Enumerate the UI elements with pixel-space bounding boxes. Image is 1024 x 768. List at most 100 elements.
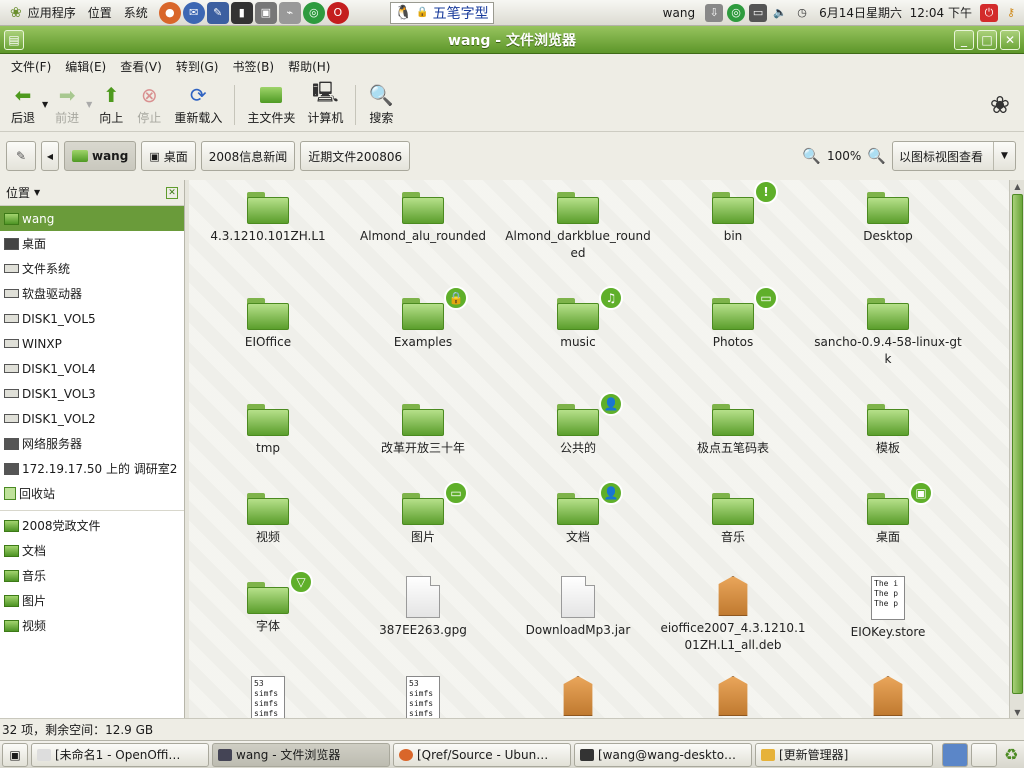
- scrollbar-thumb[interactable]: [1012, 194, 1023, 694]
- folder-item[interactable]: tmp: [193, 398, 343, 457]
- crumb-recent[interactable]: 近期文件200806: [300, 141, 411, 171]
- folder-item[interactable]: ♫ music: [503, 286, 653, 351]
- sidebar-item-filesystem[interactable]: 文件系统: [0, 256, 184, 281]
- close-sidebar-button[interactable]: ✕: [166, 186, 178, 199]
- menu-bookmarks[interactable]: 书签(B): [225, 58, 281, 75]
- reload-button[interactable]: ⟳ 重新载入: [168, 79, 228, 131]
- volume-icon[interactable]: 🔈: [771, 4, 789, 22]
- up-button[interactable]: ⬆ 向上: [92, 79, 130, 131]
- clock[interactable]: 6月14日星期六 12:04 下午: [815, 4, 976, 21]
- sidebar-bookmark[interactable]: 2008党政文件: [0, 513, 184, 538]
- file-item[interactable]: 387EE263.gpg: [348, 576, 498, 639]
- crumb-news[interactable]: 2008信息新闻: [200, 141, 296, 171]
- window-titlebar[interactable]: ▤ wang - 文件浏览器 _ □ ✕: [0, 26, 1024, 54]
- icon-view[interactable]: 4.3.1210.101ZH.L1 Almond_alu_rounded Almon…: [189, 180, 1009, 718]
- computer-button[interactable]: 🖳 计算机: [301, 79, 349, 131]
- sidebar-item-network[interactable]: 网络服务器: [0, 431, 184, 456]
- folder-item[interactable]: ! bin: [658, 180, 808, 245]
- view-mode-select[interactable]: 以图标视图查看 ▼: [892, 141, 1016, 171]
- folder-item[interactable]: Almond_alu_rounded: [348, 186, 498, 245]
- terminal-icon[interactable]: ▮: [230, 1, 253, 24]
- folder-item[interactable]: 👤 公共的: [503, 392, 653, 457]
- sidebar-item-disk1-vol2[interactable]: DISK1_VOL2: [0, 406, 184, 431]
- thunderbird-icon[interactable]: ✉: [182, 1, 205, 24]
- file-item[interactable]: [813, 676, 963, 716]
- show-desktop-button[interactable]: ▣: [2, 742, 28, 767]
- folder-item[interactable]: 极点五笔码表: [658, 398, 808, 457]
- crumb-desktop[interactable]: ▣ 桌面: [141, 141, 196, 171]
- menu-edit[interactable]: 编辑(E): [58, 58, 113, 75]
- folder-item[interactable]: ▣ 桌面: [813, 481, 963, 546]
- shutdown-icon[interactable]: ⏻: [980, 3, 998, 22]
- network-tool-icon[interactable]: ⌁: [278, 1, 301, 24]
- sidebar-bookmark[interactable]: 文档: [0, 538, 184, 563]
- file-item[interactable]: DownloadMp3.jar: [503, 576, 653, 639]
- folder-item[interactable]: sancho-0.9.4-58-linux-gtk: [813, 292, 963, 368]
- sidebar-item-winxp[interactable]: WINXP: [0, 331, 184, 356]
- sidebar-bookmark[interactable]: 音乐: [0, 563, 184, 588]
- folder-item[interactable]: 视频: [193, 487, 343, 546]
- taskbar-item-update-manager[interactable]: [更新管理器]: [755, 742, 933, 767]
- ime-indicator[interactable]: 🐧 🔒 五笔字型: [389, 1, 494, 24]
- screenshot-icon[interactable]: ▣: [254, 1, 277, 24]
- sidebar-item-trash[interactable]: 回收站: [0, 481, 184, 506]
- toggle-location-entry-button[interactable]: ✎: [6, 141, 36, 171]
- keys-icon[interactable]: ⚷: [1002, 4, 1020, 22]
- vertical-scrollbar[interactable]: ▲ ▼: [1009, 180, 1024, 718]
- applications-menu[interactable]: 应用程序: [22, 4, 82, 21]
- workspace-2[interactable]: [971, 742, 997, 767]
- zoom-level[interactable]: 100%: [827, 149, 861, 163]
- sidebar-item-remote-share[interactable]: 172.19.17.50 上的 调研室2: [0, 456, 184, 481]
- back-button[interactable]: ⬅ 后退: [4, 79, 42, 131]
- opera-icon[interactable]: O: [326, 1, 349, 24]
- menu-help[interactable]: 帮助(H): [281, 58, 337, 75]
- taskbar-item-file-browser[interactable]: wang - 文件浏览器: [212, 742, 390, 767]
- sidebar-bookmark[interactable]: 视频: [0, 613, 184, 638]
- home-button[interactable]: 主文件夹: [241, 79, 301, 131]
- sidebar-item-desktop[interactable]: 桌面: [0, 231, 184, 256]
- menu-go[interactable]: 转到(G): [169, 58, 226, 75]
- folder-item[interactable]: EIOffice: [193, 292, 343, 351]
- forward-button[interactable]: ➡ 前进: [48, 79, 86, 131]
- user-name[interactable]: wang: [657, 6, 701, 20]
- download-icon[interactable]: ⇩: [705, 3, 724, 22]
- file-item[interactable]: eioffice2007_4.3.1210.101ZH.L1_all.deb: [658, 576, 808, 654]
- file-item[interactable]: The i The p The p EIOKey.store: [813, 576, 963, 641]
- trash-icon[interactable]: ♻: [1004, 745, 1018, 764]
- scroll-up-icon[interactable]: ▲: [1010, 180, 1024, 192]
- text-editor-icon[interactable]: ✎: [206, 1, 229, 24]
- folder-item[interactable]: ▽ 字体: [193, 570, 343, 635]
- zoom-in-icon[interactable]: 🔍: [867, 147, 886, 165]
- sidebar-bookmark[interactable]: 图片: [0, 588, 184, 613]
- places-menu[interactable]: 位置: [82, 4, 118, 21]
- crumb-wang[interactable]: wang: [64, 141, 137, 171]
- workspace-1[interactable]: [942, 742, 968, 767]
- chevron-down-icon[interactable]: ▼: [34, 188, 40, 197]
- sidebar-item-disk1-vol3[interactable]: DISK1_VOL3: [0, 381, 184, 406]
- folder-item[interactable]: ▭ 图片: [348, 481, 498, 546]
- folder-item[interactable]: Desktop: [813, 186, 963, 245]
- search-button[interactable]: 🔍 搜索: [362, 79, 400, 131]
- menu-file[interactable]: 文件(F): [4, 58, 58, 75]
- sidebar-title[interactable]: 位置: [6, 184, 30, 201]
- folder-item[interactable]: 🔒 Examples: [348, 286, 498, 351]
- taskbar-item-firefox[interactable]: [Qref/Source - Ubun…: [393, 742, 571, 767]
- taskbar-item-openoffice[interactable]: [未命名1 - OpenOffi…: [31, 742, 209, 767]
- file-item[interactable]: [503, 676, 653, 716]
- file-item[interactable]: 53 simfs simfs simfs: [193, 676, 343, 718]
- media-player-icon[interactable]: ◎: [302, 1, 325, 24]
- path-scroll-left-button[interactable]: ◀: [41, 141, 59, 171]
- folder-item[interactable]: 改革开放三十年: [348, 398, 498, 457]
- player-tray-icon[interactable]: ◎: [727, 3, 746, 22]
- menu-view[interactable]: 查看(V): [113, 58, 169, 75]
- taskbar-item-terminal[interactable]: [wang@wang-deskto…: [574, 742, 752, 767]
- stop-button[interactable]: ⊗ 停止: [130, 79, 168, 131]
- folder-item[interactable]: ▭ Photos: [658, 286, 808, 351]
- display-icon[interactable]: ▭: [749, 3, 768, 22]
- folder-item[interactable]: 👤 文档: [503, 481, 653, 546]
- file-item[interactable]: 53 simfs simfs simfs: [348, 676, 498, 718]
- sidebar-item-wang[interactable]: wang: [0, 206, 184, 231]
- gnome-foot-icon[interactable]: ❀: [4, 5, 22, 21]
- folder-item[interactable]: 模板: [813, 398, 963, 457]
- folder-item[interactable]: 音乐: [658, 487, 808, 546]
